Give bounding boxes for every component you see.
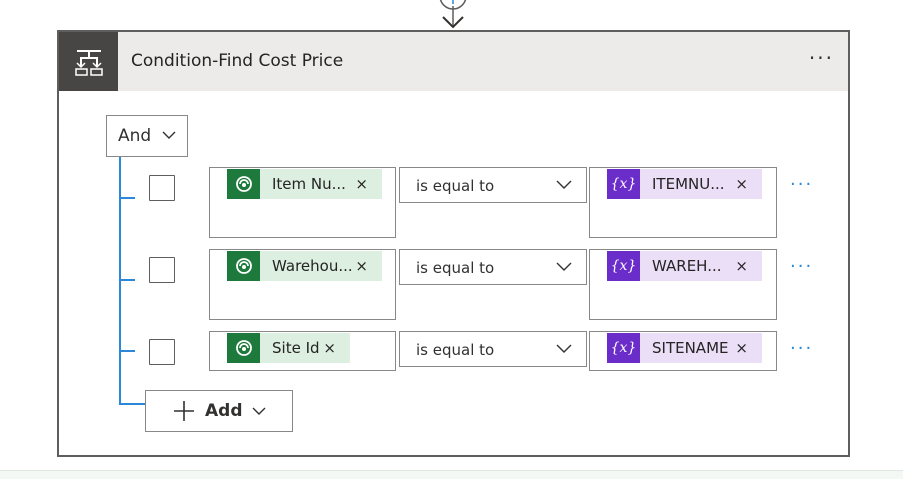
tree-branch-row-3 [119, 350, 135, 352]
expression-token[interactable]: {x} ITEMNU... × [607, 169, 762, 199]
remove-token-icon[interactable]: × [735, 339, 748, 357]
token-label: WAREH... [652, 257, 722, 275]
row-more-options-button[interactable]: ··· [790, 256, 813, 277]
operator-label: is equal to [416, 341, 495, 359]
remove-token-icon[interactable]: × [355, 175, 368, 193]
chevron-down-icon [252, 407, 266, 415]
expression-token[interactable]: {x} WAREH... × [607, 251, 762, 281]
dataverse-icon [227, 251, 260, 281]
group-operator-select[interactable]: And [106, 115, 188, 157]
operator-label: is equal to [416, 259, 495, 277]
row-more-options-button[interactable]: ··· [790, 338, 813, 359]
comparison-operator-select[interactable]: is equal to [399, 331, 587, 367]
flow-connector-arrow-icon [439, 0, 467, 29]
row-select-checkbox[interactable] [149, 175, 175, 201]
token-body: Item Nu... × [260, 169, 382, 199]
row-select-checkbox[interactable] [149, 257, 175, 283]
variable-icon: {x} [607, 251, 640, 281]
add-button-label: Add [205, 401, 243, 421]
remove-token-icon[interactable]: × [735, 175, 748, 193]
token-body: Site Id × [260, 333, 350, 363]
row-more-options-button[interactable]: ··· [790, 174, 813, 195]
variable-icon: {x} [607, 333, 640, 363]
token-label: Warehou... [272, 257, 353, 275]
chevron-down-icon [556, 344, 572, 353]
card-title: Condition-Find Cost Price [131, 51, 344, 71]
tree-branch-add [119, 403, 145, 405]
left-operand-field[interactable]: Site Id × [209, 331, 396, 371]
dynamic-content-token[interactable]: Site Id × [227, 333, 350, 363]
token-label: Item Nu... [272, 175, 346, 193]
comparison-operator-select[interactable]: is equal to [399, 249, 587, 285]
remove-token-icon[interactable]: × [355, 257, 368, 275]
token-label: Site Id [272, 339, 320, 357]
variable-icon: {x} [607, 169, 640, 199]
condition-icon [59, 32, 118, 91]
add-condition-button[interactable]: Add [145, 390, 293, 432]
token-label: ITEMNU... [652, 175, 725, 193]
expression-token[interactable]: {x} SITENAME × [607, 333, 762, 363]
token-body: SITENAME × [640, 333, 762, 363]
group-operator-label: And [118, 126, 152, 146]
plus-icon [174, 401, 194, 421]
tree-branch-row-1 [119, 197, 135, 199]
right-operand-field[interactable]: {x} SITENAME × [589, 331, 777, 371]
dataverse-icon [227, 169, 260, 199]
right-operand-field[interactable]: {x} WAREH... × [589, 249, 777, 320]
left-operand-field[interactable]: Item Nu... × [209, 167, 396, 238]
dynamic-content-token[interactable]: Item Nu... × [227, 169, 382, 199]
token-body: ITEMNU... × [640, 169, 762, 199]
chevron-down-icon [162, 131, 176, 139]
chevron-down-icon [556, 180, 572, 189]
comparison-operator-select[interactable]: is equal to [399, 167, 587, 203]
right-operand-field[interactable]: {x} ITEMNU... × [589, 167, 777, 238]
dynamic-content-token[interactable]: Warehou... × [227, 251, 382, 281]
card-header[interactable]: Condition-Find Cost Price ··· [59, 32, 848, 91]
left-operand-field[interactable]: Warehou... × [209, 249, 396, 320]
row-select-checkbox[interactable] [149, 339, 175, 365]
dataverse-icon [227, 333, 260, 363]
operator-label: is equal to [416, 177, 495, 195]
tree-connector-line [119, 157, 121, 405]
condition-card: Condition-Find Cost Price ··· And Item N… [57, 30, 850, 457]
bottom-strip [0, 470, 903, 479]
flow-canvas: Condition-Find Cost Price ··· And Item N… [0, 0, 903, 479]
card-more-options-button[interactable]: ··· [809, 46, 834, 70]
tree-branch-row-2 [119, 279, 135, 281]
token-body: WAREH... × [640, 251, 762, 281]
remove-token-icon[interactable]: × [323, 339, 336, 357]
remove-token-icon[interactable]: × [735, 257, 748, 275]
token-body: Warehou... × [260, 251, 382, 281]
chevron-down-icon [556, 262, 572, 271]
token-label: SITENAME [652, 339, 729, 357]
